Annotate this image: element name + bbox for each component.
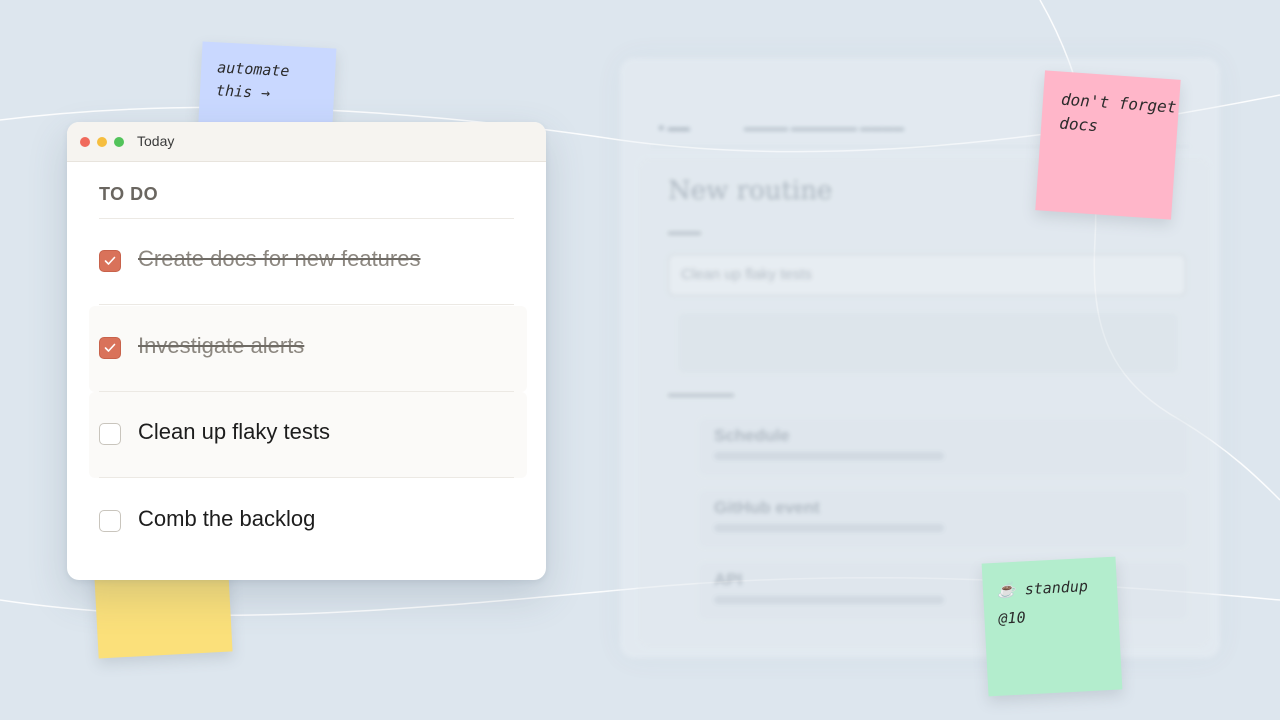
background-field-label: ▬▬▬ (668, 226, 701, 238)
background-trigger-schedule: Schedule (698, 418, 1188, 476)
task-label: Comb the backlog (138, 506, 316, 531)
task-row[interactable]: Clean up flaky tests (89, 392, 527, 478)
sticky-note-text: don't forget docs (1058, 89, 1178, 136)
task-checkbox[interactable] (99, 423, 121, 445)
minimize-dot[interactable] (97, 137, 107, 147)
task-label: Create docs for new features (138, 246, 421, 271)
background-trigger-github: GitHub event (698, 490, 1188, 548)
sticky-note-text: ☕ standup @10 (996, 577, 1089, 628)
task-row[interactable]: Investigate alerts (89, 306, 527, 392)
check-icon (104, 343, 116, 352)
background-name-field: Clean up flaky tests (668, 254, 1186, 296)
background-trigger-title: GitHub event (714, 498, 820, 517)
task-row[interactable]: Create docs for new features (89, 219, 527, 305)
task-checkbox-checked[interactable] (99, 250, 121, 272)
window-titlebar: Today (67, 122, 546, 162)
sticky-note-pink: don't forget docs (1035, 70, 1181, 220)
task-label: Clean up flaky tests (138, 419, 330, 444)
task-checkbox-checked[interactable] (99, 337, 121, 359)
check-icon (104, 256, 116, 265)
window-title: Today (137, 133, 175, 149)
task-label: Investigate alerts (138, 333, 305, 358)
task-checkbox[interactable] (99, 510, 121, 532)
divider (99, 477, 514, 478)
divider (99, 304, 514, 305)
background-description (678, 313, 1178, 373)
background-trigger-title: API (714, 570, 743, 589)
background-trigger-label: ▬▬▬▬▬▬ (668, 388, 734, 400)
sticky-note-green: ☕ standup @10 (981, 556, 1123, 697)
task-row[interactable]: Comb the backlog (89, 479, 527, 565)
background-tab: ▬▬▬▬ ▬▬▬▬▬▬ ▬▬▬▬ (744, 122, 905, 134)
zoom-dot[interactable] (114, 137, 124, 147)
background-tab: ● ▬▬ (658, 122, 690, 134)
todo-heading: TO DO (99, 184, 159, 204)
todo-window: Today TO DO Create docs for new features… (67, 122, 546, 580)
background-trigger-title: Schedule (714, 426, 790, 445)
background-title: New routine (668, 176, 833, 206)
background-field-value: Clean up flaky tests (681, 266, 812, 283)
sticky-note-text: automate this → (215, 58, 290, 103)
close-dot[interactable] (80, 137, 90, 147)
